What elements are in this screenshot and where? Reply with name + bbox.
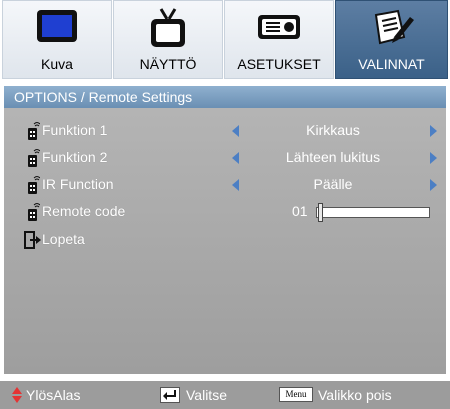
notepad-pencil-icon — [374, 9, 414, 45]
monitor-icon — [37, 10, 77, 42]
projector-icon — [258, 15, 300, 39]
row-label: Funktion 1 — [42, 122, 108, 138]
row-label: IR Function — [42, 176, 114, 192]
tab-naytto[interactable]: NÄYTTÖ — [113, 0, 223, 79]
remote-code-value: 01 — [292, 203, 308, 219]
tab-label: Kuva — [41, 56, 73, 72]
footer-bar: YlösAlas Valitse Menu Valikko pois — [0, 381, 450, 409]
row-lopeta[interactable]: Lopeta — [4, 227, 446, 253]
left-arrow-icon[interactable] — [232, 179, 239, 191]
tab-asetukset[interactable]: ASETUKSET — [224, 0, 334, 79]
left-arrow-icon[interactable] — [232, 152, 239, 164]
remote-control-icon — [28, 149, 40, 167]
right-arrow-icon[interactable] — [430, 152, 437, 164]
row-funktion-2[interactable]: Funktion 2 Lähteen lukitus — [4, 145, 446, 171]
row-label: Remote code — [42, 203, 126, 219]
page-title: OPTIONS / Remote Settings — [4, 86, 446, 108]
row-funktion-1[interactable]: Funktion 1 Kirkkaus — [4, 118, 446, 144]
exit-icon — [24, 231, 41, 249]
up-down-arrow-icon — [12, 387, 22, 403]
row-label: Lopeta — [42, 231, 85, 247]
left-arrow-icon[interactable] — [232, 125, 239, 137]
row-value: Kirkkaus — [306, 122, 360, 138]
enter-key-icon — [160, 387, 180, 403]
slider-thumb[interactable] — [318, 203, 324, 222]
right-arrow-icon[interactable] — [430, 179, 437, 191]
tv-icon — [151, 8, 185, 47]
menu-key-icon: Menu — [279, 387, 313, 402]
remote-control-icon — [28, 122, 40, 140]
tab-label: ASETUKSET — [237, 56, 321, 72]
footer-menu-label: Valikko pois — [318, 387, 392, 403]
row-label: Funktion 2 — [42, 149, 108, 165]
tab-valinnat[interactable]: VALINNAT — [335, 0, 448, 79]
footer-nav-label: YlösAlas — [26, 387, 81, 403]
row-value: Lähteen lukitus — [285, 149, 381, 165]
row-ir-function[interactable]: IR Function Päälle — [4, 172, 446, 198]
remote-code-slider[interactable] — [316, 207, 430, 218]
osd-menu: Kuva NÄYTTÖ ASETUKSET VALINNAT OPTIONS /… — [0, 0, 450, 409]
tab-kuva[interactable]: Kuva — [2, 0, 112, 79]
right-arrow-icon[interactable] — [430, 125, 437, 137]
row-value: Päälle — [313, 176, 353, 192]
remote-control-icon — [28, 203, 40, 221]
footer-select-label: Valitse — [186, 387, 227, 403]
remote-control-icon — [28, 176, 40, 194]
row-remote-code[interactable]: Remote code 01 — [4, 199, 446, 225]
tab-label: NÄYTTÖ — [139, 56, 197, 72]
tab-label: VALINNAT — [358, 56, 425, 72]
menu-tabs: Kuva NÄYTTÖ ASETUKSET VALINNAT — [0, 0, 450, 79]
